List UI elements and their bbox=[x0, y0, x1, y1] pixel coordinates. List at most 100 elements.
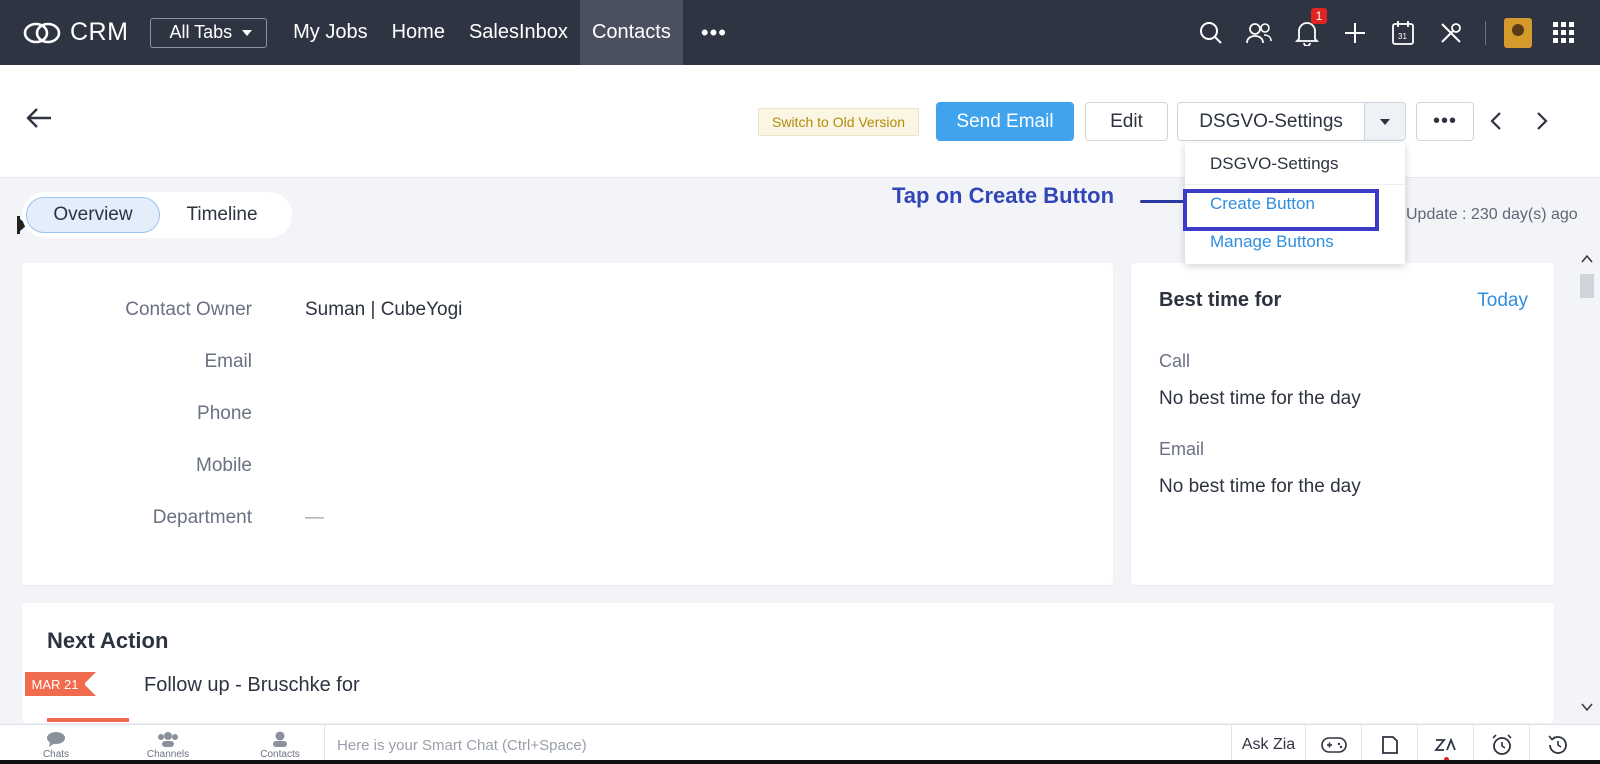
notification-badge: 1 bbox=[1311, 8, 1327, 24]
nav-my-jobs[interactable]: My Jobs bbox=[281, 0, 379, 65]
all-tabs-button[interactable]: All Tabs bbox=[150, 17, 268, 48]
best-time-email-value: No best time for the day bbox=[1159, 476, 1361, 497]
avatar[interactable] bbox=[1504, 17, 1532, 48]
chevron-left-icon bbox=[1490, 112, 1501, 130]
arrow-left-icon bbox=[26, 108, 51, 128]
field-phone: Phone bbox=[22, 399, 1022, 429]
best-time-title: Best time for bbox=[1159, 289, 1282, 311]
best-time-card: Best time for Today Call No best time fo… bbox=[1131, 263, 1554, 585]
dsgvo-dropdown-toggle[interactable] bbox=[1364, 103, 1405, 140]
crm-logo[interactable]: CRM bbox=[22, 18, 128, 47]
contacts-button[interactable]: Contacts bbox=[224, 725, 336, 764]
next-action-item[interactable]: Follow up - Bruschke for bbox=[144, 674, 360, 697]
best-time-call-label: Call bbox=[1159, 351, 1191, 371]
scrollbar[interactable] bbox=[1578, 254, 1596, 718]
annotation-highlight-box bbox=[1183, 189, 1379, 231]
users-button[interactable] bbox=[1235, 0, 1283, 65]
channels-label: Channels bbox=[146, 748, 190, 760]
send-email-button[interactable]: Send Email bbox=[936, 102, 1074, 141]
chats-button[interactable]: Chats bbox=[0, 725, 112, 764]
next-action-title: Next Action bbox=[47, 628, 169, 653]
app-name: CRM bbox=[70, 18, 129, 46]
back-button[interactable] bbox=[26, 107, 52, 134]
note-icon bbox=[1381, 736, 1398, 754]
scroll-up-icon[interactable] bbox=[1581, 254, 1593, 264]
group-icon bbox=[158, 731, 178, 747]
apps-button[interactable] bbox=[1540, 0, 1588, 65]
annotation-text: Tap on Create Button bbox=[892, 183, 1115, 208]
history-button[interactable] bbox=[1530, 725, 1586, 764]
crm-logo-icon bbox=[23, 22, 61, 43]
best-time-call-value: No best time for the day bbox=[1159, 388, 1361, 409]
date-tag-partial bbox=[47, 718, 129, 722]
field-value[interactable]: — bbox=[305, 507, 324, 529]
chevron-right-icon bbox=[1537, 112, 1548, 130]
plus-icon bbox=[1345, 22, 1365, 43]
nav-salesinbox[interactable]: SalesInbox bbox=[457, 0, 580, 65]
screen-bottom-edge bbox=[0, 760, 1600, 764]
previous-record-button[interactable] bbox=[1490, 111, 1502, 136]
smart-chat-input[interactable]: Here is your Smart Chat (Ctrl+Space) bbox=[324, 725, 1232, 764]
nav-contacts[interactable]: Contacts bbox=[579, 0, 683, 65]
date-tag-flag bbox=[84, 672, 96, 696]
bottom-bar: Chats Channels Contacts Here is your Sma… bbox=[0, 724, 1600, 764]
tab-overview[interactable]: Overview bbox=[26, 197, 160, 233]
alarm-button[interactable] bbox=[1474, 725, 1530, 764]
scroll-down-icon[interactable] bbox=[1581, 702, 1593, 712]
gamepad-icon bbox=[1320, 737, 1347, 753]
zia-icon bbox=[1433, 737, 1456, 751]
more-actions-button[interactable]: ••• bbox=[1416, 102, 1474, 141]
add-button[interactable] bbox=[1331, 0, 1379, 65]
notifications-button[interactable]: 1 bbox=[1283, 0, 1331, 65]
calendar-icon: 31 bbox=[1392, 20, 1414, 45]
switch-old-version-button[interactable]: Switch to Old Version bbox=[758, 108, 920, 136]
field-department: Department — bbox=[22, 503, 1022, 533]
next-record-button[interactable] bbox=[1536, 111, 1548, 136]
search-button[interactable] bbox=[1187, 0, 1235, 65]
alarm-clock-icon bbox=[1491, 734, 1512, 755]
chats-label: Chats bbox=[42, 748, 70, 760]
nav-home[interactable]: Home bbox=[380, 0, 457, 65]
setup-button[interactable] bbox=[1427, 0, 1475, 65]
next-action-card: Next Action bbox=[22, 603, 1554, 723]
top-nav: CRM All Tabs My Jobs Home SalesInbox Con… bbox=[0, 0, 1600, 65]
tools-icon bbox=[1441, 22, 1461, 43]
best-time-email-label: Email bbox=[1159, 439, 1205, 459]
chat-bubble-icon bbox=[47, 731, 65, 747]
notes-button[interactable] bbox=[1362, 725, 1418, 764]
field-label: Mobile bbox=[196, 455, 252, 476]
field-label: Department bbox=[152, 507, 252, 528]
menu-item-dsgvo-settings[interactable]: DSGVO-Settings bbox=[1185, 143, 1405, 185]
edit-button[interactable]: Edit bbox=[1085, 102, 1168, 141]
person-icon bbox=[273, 731, 287, 747]
field-value[interactable]: Suman | CubeYogi bbox=[305, 299, 462, 321]
tab-timeline[interactable]: Timeline bbox=[160, 197, 284, 233]
chevron-down-icon bbox=[242, 29, 253, 36]
nav-more-button[interactable]: ••• bbox=[683, 0, 745, 65]
nav-divider bbox=[1485, 20, 1486, 45]
history-icon bbox=[1548, 735, 1567, 754]
dsgvo-settings-label[interactable]: DSGVO-Settings bbox=[1178, 103, 1364, 140]
last-update-text: Update : 230 day(s) ago bbox=[1406, 206, 1578, 223]
record-tabs: Overview Timeline bbox=[22, 192, 292, 238]
search-icon bbox=[1200, 21, 1222, 44]
ask-zia-button[interactable]: Ask Zia bbox=[1232, 725, 1306, 764]
field-contact-owner: Contact Owner Suman | CubeYogi bbox=[22, 295, 1022, 325]
chevron-down-icon bbox=[1380, 118, 1391, 125]
gamepad-button[interactable] bbox=[1306, 725, 1362, 764]
field-email: Email bbox=[22, 347, 1022, 377]
scrollbar-thumb[interactable] bbox=[1580, 274, 1594, 298]
all-tabs-label: All Tabs bbox=[169, 22, 233, 42]
svg-text:31: 31 bbox=[1398, 32, 1407, 41]
field-label: Email bbox=[204, 351, 252, 372]
date-tag-label: MAR 21 bbox=[25, 672, 85, 696]
dsgvo-settings-button[interactable]: DSGVO-Settings bbox=[1177, 102, 1406, 141]
annotation-pointer bbox=[1140, 200, 1186, 203]
apps-grid-icon bbox=[1553, 21, 1574, 43]
contacts-label: Contacts bbox=[260, 748, 300, 760]
calendar-button[interactable]: 31 bbox=[1379, 0, 1427, 65]
field-label: Contact Owner bbox=[125, 299, 252, 320]
best-time-today-link[interactable]: Today bbox=[1477, 290, 1528, 312]
channels-button[interactable]: Channels bbox=[112, 725, 224, 764]
zia-button[interactable] bbox=[1418, 725, 1474, 764]
